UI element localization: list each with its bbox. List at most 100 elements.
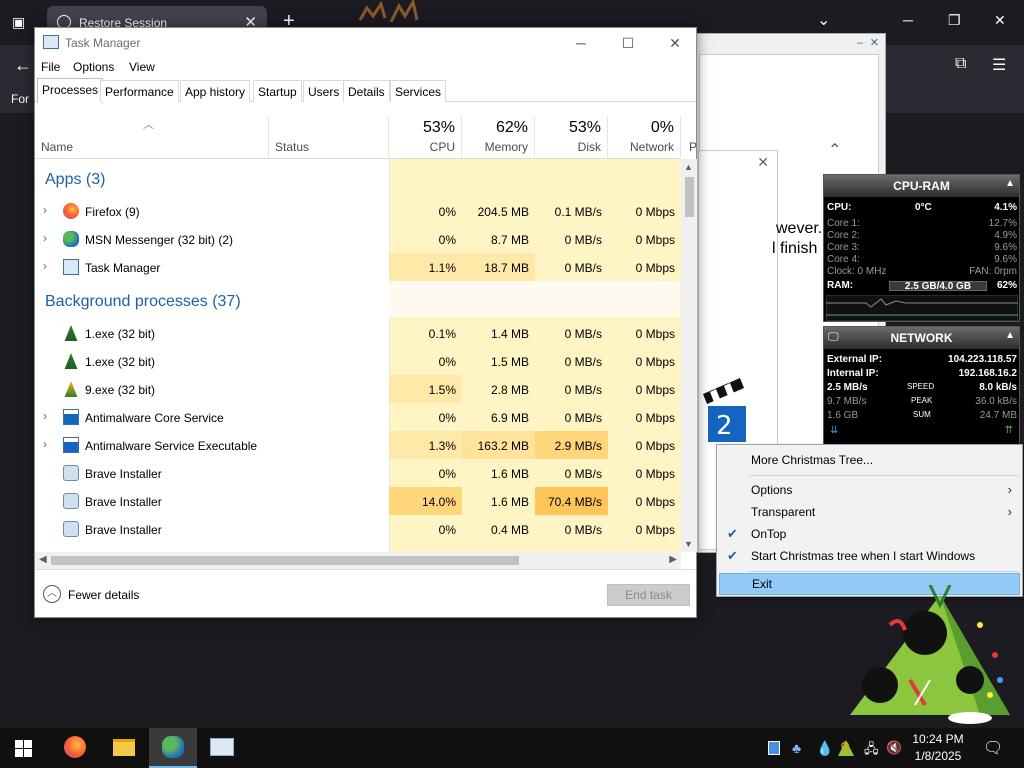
horizontal-scroll-thumb[interactable] — [51, 556, 519, 565]
table-row[interactable]: › Task Manager 1.1% 18.7 MB 0 MB/s 0 Mbp… — [35, 253, 680, 281]
bg-minimize-icon[interactable]: ‒ — [857, 37, 863, 49]
msn-icon — [162, 736, 184, 758]
menu-item-label: Start Christmas tree when I start Window… — [751, 549, 976, 563]
expand-chevron-icon[interactable]: › — [43, 437, 47, 451]
taskbar-msn-messenger[interactable] — [149, 728, 197, 768]
expand-chevron-icon[interactable]: › — [43, 409, 47, 423]
column-header-more[interactable]: P — [681, 116, 697, 158]
vertical-scrollbar[interactable]: ▲ ▼ — [681, 159, 697, 552]
taskbar-firefox[interactable] — [51, 728, 99, 768]
column-header-network[interactable]: 0% Network — [608, 116, 681, 158]
menu-item-transparent[interactable]: Transparent › — [719, 501, 1020, 523]
end-task-button[interactable]: End task — [607, 584, 690, 606]
menu-item-options[interactable]: Options › — [719, 479, 1020, 501]
expand-chevron-icon[interactable]: › — [43, 259, 47, 273]
network-title: NETWORK — [824, 327, 1019, 349]
horizontal-scrollbar[interactable]: ◀ ▶ — [35, 552, 681, 569]
tray-search-icon[interactable]: ⚲ — [840, 739, 856, 755]
tab-users[interactable]: Users — [303, 80, 345, 102]
menu-options[interactable]: Options — [73, 60, 114, 74]
notification-center-icon[interactable]: 🗨 — [983, 738, 1003, 757]
tab-details[interactable]: Details — [343, 80, 390, 102]
column-header-status[interactable]: Status — [269, 116, 389, 158]
close-button[interactable]: ✕ — [660, 31, 690, 55]
table-row[interactable]: › Firefox (9) 0% 204.5 MB 0.1 MB/s 0 Mbp… — [35, 197, 680, 225]
start-button[interactable] — [0, 728, 48, 768]
tab-services[interactable]: Services — [390, 80, 447, 102]
table-row[interactable]: 1.exe (32 bit) 0.1% 1.4 MB 0 MB/s 0 Mbps — [35, 319, 680, 347]
tray-window-icon[interactable] — [768, 741, 780, 755]
table-row[interactable]: › Antimalware Core Service 0% 6.9 MB 0 M… — [35, 403, 680, 431]
upload-arrows-icon: ⇈ — [1004, 425, 1013, 436]
menu-item-ontop[interactable]: ✔ OnTop — [719, 523, 1020, 545]
scroll-up-arrow-icon[interactable]: ▲ — [684, 162, 693, 172]
bg-dialog-close-icon[interactable]: ✕ — [757, 154, 769, 171]
christmas-tree-gadget[interactable] — [830, 585, 1020, 725]
table-row[interactable]: 1.exe (32 bit) 0% 1.5 MB 0 MB/s 0 Mbps — [35, 347, 680, 375]
service-icon — [63, 409, 79, 425]
cpu-cell: 14.0% — [421, 495, 456, 509]
process-name: 9.exe (32 bit) — [85, 383, 156, 397]
network-gadget[interactable]: NETWORK 🖵 ▲ External IP: 104.223.118.57 … — [823, 326, 1020, 448]
download-speed: 2.5 MB/s — [827, 382, 868, 393]
taskbar-clock[interactable]: 10:24 PM 1/8/2025 — [905, 731, 971, 765]
external-ip-line: External IP: 104.223.118.57 — [827, 354, 1017, 366]
core-value: 4.9% — [994, 230, 1017, 241]
app-menu-button[interactable]: ☰ — [992, 55, 1006, 75]
gadget-collapse-icon[interactable]: ▲ — [1005, 178, 1015, 189]
tray-volume-muted-icon[interactable]: 🔇 — [886, 740, 902, 756]
tab-processes[interactable]: Processes — [37, 78, 104, 103]
menu-file[interactable]: File — [41, 60, 60, 74]
window-maximize-button[interactable]: ❐ — [948, 12, 961, 29]
tray-drop-icon[interactable]: 💧 — [816, 740, 833, 756]
menu-view[interactable]: View — [129, 60, 155, 74]
scroll-down-arrow-icon[interactable]: ▼ — [684, 539, 693, 549]
table-row[interactable]: › Antimalware Service Executable 1.3% 16… — [35, 431, 680, 459]
column-header-cpu[interactable]: 53% CPU — [389, 116, 462, 158]
minimize-button[interactable]: ─ — [566, 31, 596, 55]
bg-scroll-up-icon[interactable]: ⌃ — [828, 140, 841, 160]
tab-performance[interactable]: Performance — [100, 80, 179, 102]
tab-startup[interactable]: Startup — [253, 80, 302, 102]
table-row[interactable]: › MSN Messenger (32 bit) (2) 0% 8.7 MB 0… — [35, 225, 680, 253]
group-background-processes[interactable]: Background processes (37) — [45, 293, 241, 311]
menu-item-start-with-windows[interactable]: ✔ Start Christmas tree when I start Wind… — [719, 545, 1020, 567]
extensions-icon[interactable]: ⧉ — [955, 55, 966, 73]
taskbar-task-manager[interactable] — [197, 728, 245, 768]
gadget-collapse-icon[interactable]: ▲ — [1005, 330, 1015, 341]
scroll-left-arrow-icon[interactable]: ◀ — [39, 554, 47, 565]
tray-network-icon[interactable]: 🖧 — [864, 740, 880, 756]
column-header-memory[interactable]: 62% Memory — [462, 116, 535, 158]
tab-app-history[interactable]: App history — [180, 80, 251, 102]
table-row[interactable]: Brave Installer 14.0% 1.6 MB 70.4 MB/s 0… — [35, 487, 680, 515]
menu-item-more-christmas-tree[interactable]: More Christmas Tree... — [719, 449, 1020, 471]
scroll-right-arrow-icon[interactable]: ▶ — [669, 554, 677, 565]
disk-cell: 2.9 MB/s — [554, 439, 602, 453]
taskbar-file-explorer[interactable] — [99, 728, 147, 768]
group-apps[interactable]: Apps (3) — [45, 171, 105, 189]
table-row[interactable]: 9.exe (32 bit) 1.5% 2.8 MB 0 MB/s 0 Mbps — [35, 375, 680, 403]
fewer-details-link[interactable]: Fewer details — [68, 588, 139, 602]
back-button[interactable]: ← — [14, 55, 32, 76]
expand-chevron-icon[interactable]: › — [43, 203, 47, 217]
tray-msn-icon[interactable]: ♣ — [792, 740, 808, 756]
column-header-disk[interactable]: 53% Disk — [535, 116, 608, 158]
table-row[interactable]: Brave Installer 0% 1.6 MB 0 MB/s 0 Mbps — [35, 459, 680, 487]
collapse-chevron-icon[interactable]: ︿ — [43, 585, 61, 603]
menu-item-label: Options — [751, 483, 793, 497]
column-header-name[interactable]: Name — [35, 116, 269, 158]
tab-list-chevron-icon[interactable]: ⌄ — [817, 10, 830, 30]
vertical-scroll-thumb[interactable] — [685, 177, 694, 217]
disk-cell: 0 MB/s — [564, 261, 602, 275]
submenu-arrow-icon: › — [1007, 482, 1012, 497]
task-manager-titlebar[interactable]: Task Manager ─ ☐ ✕ — [35, 28, 696, 58]
process-name: 1.exe (32 bit) — [85, 327, 156, 341]
maximize-button[interactable]: ☐ — [613, 31, 643, 55]
bg-close-icon[interactable]: ✕ — [870, 36, 879, 49]
table-row[interactable]: Brave Installer 0% 0.4 MB 0 MB/s 0 Mbps — [35, 515, 680, 543]
window-minimize-button[interactable]: ─ — [903, 12, 913, 28]
window-close-button[interactable]: ✕ — [994, 12, 1006, 29]
firefox-view-icon[interactable]: ▣ — [12, 14, 25, 31]
expand-chevron-icon[interactable]: › — [43, 231, 47, 245]
cpu-ram-gadget[interactable]: CPU-RAM ▲ CPU: 0°C 4.1% Core 1: 12.7% Co… — [823, 174, 1020, 322]
